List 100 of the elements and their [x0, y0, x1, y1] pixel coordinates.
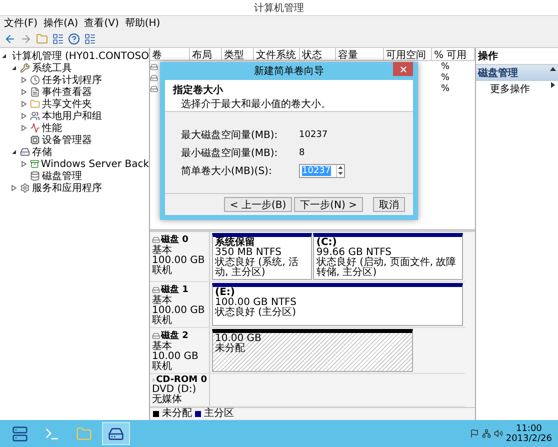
collapsed-caret-icon[interactable] — [21, 89, 27, 95]
disk-type: 基本 — [152, 246, 172, 256]
partition[interactable]: (E:) 100.00 GB NTFS 状态良好 (主分区) — [212, 283, 463, 326]
folder-icon — [76, 426, 92, 442]
drive-icon — [108, 426, 124, 442]
expanded-caret-icon[interactable] — [11, 149, 17, 155]
partition[interactable]: 系统保留 350 MB NTFS 状态良好 (系统, 活动, 主分区) — [212, 233, 312, 280]
partition-status: 状态良好 (启动, 页面文件, 故障转储, 主分区) — [316, 258, 458, 278]
down-arrow-icon[interactable] — [338, 172, 343, 175]
field-label: 最大磁盘空间量(MB): — [181, 128, 279, 142]
tree-item[interactable]: 磁盘管理 — [0, 170, 149, 182]
tree-item[interactable]: 服务和应用程序 — [0, 182, 149, 194]
next-button[interactable]: 下一步(N) > — [294, 197, 363, 212]
tree-item[interactable]: 存储 — [0, 146, 149, 158]
partition-size: 350 MB NTFS — [215, 248, 282, 258]
disk-size: 10.00 GB — [152, 352, 200, 362]
back-button[interactable]: < 上一步(B) — [224, 197, 292, 212]
column-header[interactable]: 文件系统 — [254, 48, 300, 61]
disk-status: 联机 — [152, 316, 173, 326]
field-label: 简单卷大小(MB)(S): — [181, 164, 273, 178]
column-header[interactable]: 可用空间 — [384, 48, 432, 61]
column-header[interactable]: 容量 — [336, 48, 384, 61]
wizard-heading: 指定卷大小 — [173, 83, 224, 97]
disk-name: 磁盘 1 — [152, 283, 207, 296]
terminal-icon — [44, 426, 60, 442]
up-arrow-icon[interactable] — [338, 166, 343, 169]
partition[interactable]: (C:) 99.66 GB NTFS 状态良好 (启动, 页面文件, 故障转储, 主分区) — [313, 233, 463, 280]
taskbar-app[interactable] — [102, 422, 130, 445]
collapse-icon[interactable] — [550, 66, 556, 72]
column-header[interactable]: 布局 — [190, 48, 222, 61]
field-value: 8 — [299, 148, 306, 158]
disk-status: 无媒体 — [152, 395, 183, 405]
tree-item[interactable]: 事件查看器 — [0, 86, 149, 98]
partition-name: (C:) — [316, 238, 337, 248]
collapsed-caret-icon[interactable] — [21, 77, 27, 83]
column-header[interactable]: 类型 — [222, 48, 254, 61]
partition-status: 状态良好 (主分区) — [215, 308, 297, 318]
clock[interactable]: 11:00 2013/2/26 — [506, 424, 552, 444]
table-cell-text: % — [440, 72, 451, 82]
menu-item[interactable]: 文件(F) — [4, 16, 38, 30]
legend-label: 未分配 — [162, 409, 192, 419]
tree-item[interactable]: 系统工具 — [0, 62, 149, 74]
tree-item[interactable]: 计算机管理 (HY01.CONTOSO — [0, 50, 149, 62]
dialog-title: 新建简单卷向导 — [254, 64, 324, 78]
disk-name: 磁盘 2 — [152, 329, 207, 342]
unallocated-space[interactable]: 10.00 GB 未分配 — [212, 329, 413, 372]
close-icon — [398, 64, 408, 74]
action-section[interactable]: 磁盘管理 — [476, 65, 558, 81]
collapsed-caret-icon[interactable] — [11, 185, 17, 191]
server-icon — [12, 426, 28, 442]
partition-size: 10.00 GB — [215, 334, 262, 344]
field-label: 最小磁盘空间量(MB): — [181, 146, 279, 160]
table-cell-text: % — [440, 62, 451, 72]
volume-icon — [150, 62, 158, 70]
list-icon[interactable] — [84, 32, 96, 44]
disk-size: 100.00 GB — [152, 256, 206, 266]
column-header[interactable]: 状态 — [300, 48, 336, 61]
field-value: 10237 — [299, 130, 329, 140]
volume-icon — [150, 84, 158, 92]
collapsed-caret-icon[interactable] — [21, 125, 27, 131]
column-header[interactable]: % 可用 — [432, 48, 475, 61]
disk-name: CD-ROM 0 — [152, 375, 207, 385]
volume-icon — [150, 74, 158, 82]
partition-name: (E:) — [215, 288, 235, 298]
tree-item[interactable]: Windows Server Back — [0, 158, 149, 170]
back-icon[interactable] — [4, 32, 16, 44]
collapsed-caret-icon[interactable] — [21, 113, 27, 119]
network-icon[interactable] — [482, 429, 491, 438]
menu-item[interactable]: 查看(V) — [84, 16, 119, 30]
menu-item[interactable]: 操作(A) — [44, 16, 78, 30]
disk-size: 100.00 GB — [152, 306, 206, 316]
partition-name: 系统保留 — [215, 238, 256, 248]
action-item[interactable]: 更多操作 — [476, 81, 558, 97]
menu-item[interactable]: 帮助(H) — [124, 16, 160, 30]
disk-type: 基本 — [152, 342, 172, 352]
disk-type: DVD (D:) — [152, 385, 198, 395]
tree-item[interactable]: 任务计划程序 — [0, 74, 149, 86]
help-icon[interactable] — [68, 32, 80, 44]
expanded-caret-icon[interactable] — [11, 65, 17, 71]
partition-status: 未分配 — [215, 344, 246, 354]
tree-item[interactable]: 共享文件夹 — [0, 98, 149, 110]
list-icon[interactable] — [52, 32, 64, 44]
tree-item[interactable]: 本地用户和组 — [0, 110, 149, 122]
disk-status: 联机 — [152, 362, 173, 372]
partition-size: 99.66 GB NTFS — [316, 248, 392, 258]
column-header[interactable]: 卷 — [150, 48, 190, 61]
legend-label: 主分区 — [204, 409, 234, 419]
window-title: 计算机管理 — [254, 2, 304, 14]
partition-status: 状态良好 (系统, 活动, 主分区) — [215, 258, 300, 278]
wizard-subheading: 选择介于最大和最小值的卷大小。 — [180, 98, 332, 111]
collapsed-caret-icon[interactable] — [21, 101, 27, 107]
tree-item[interactable]: 设备管理器 — [0, 134, 149, 146]
tree-item[interactable]: 性能 — [0, 122, 149, 134]
cancel-button[interactable]: 取消 — [373, 197, 405, 212]
collapsed-caret-icon[interactable] — [21, 161, 27, 167]
speaker-icon[interactable] — [494, 429, 503, 438]
close-button[interactable] — [393, 62, 413, 76]
submenu-arrow-icon — [550, 82, 556, 88]
flag-icon[interactable] — [470, 429, 479, 438]
expanded-caret-icon[interactable] — [1, 53, 7, 59]
